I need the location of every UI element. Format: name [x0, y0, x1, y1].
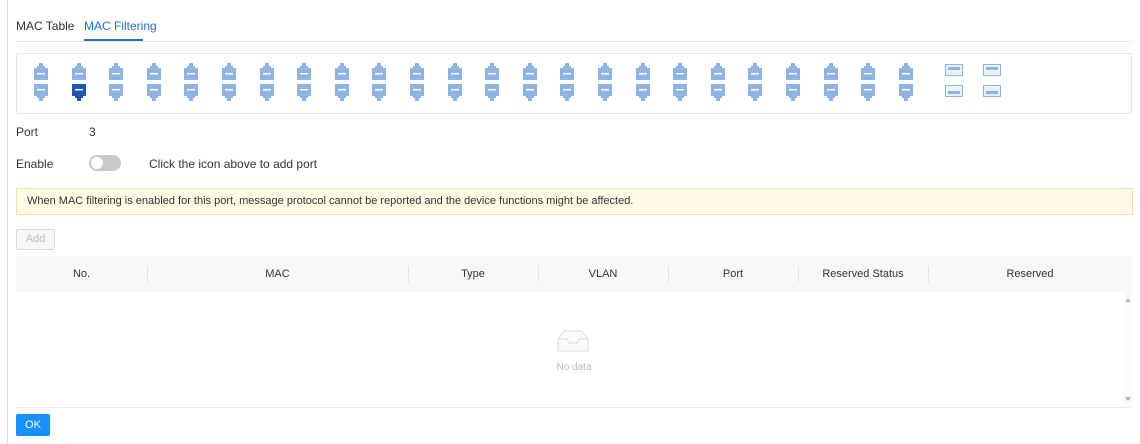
port-7-icon[interactable] [146, 63, 161, 80]
port-29-icon[interactable] [560, 63, 575, 80]
tab-bar: MAC Table MAC Filtering [16, 0, 1132, 42]
port-8-icon[interactable] [146, 84, 161, 101]
tab-mac-table[interactable]: MAC Table [16, 19, 74, 33]
port-38-icon[interactable] [710, 84, 725, 101]
toggle-knob [91, 157, 103, 169]
port-19-icon[interactable] [372, 63, 387, 80]
port-4-icon[interactable] [71, 84, 86, 101]
port-6-icon[interactable] [109, 84, 124, 101]
port-3-icon[interactable] [71, 63, 86, 80]
empty-state-text: No data [556, 362, 592, 373]
tab-mac-filtering[interactable]: MAC Filtering [84, 19, 157, 33]
port-panel [16, 53, 1132, 114]
port-14-icon[interactable] [259, 84, 274, 101]
port-9-icon[interactable] [184, 63, 199, 80]
sfp-port-3-icon[interactable] [983, 64, 1001, 76]
port-27-icon[interactable] [522, 63, 537, 80]
port-16-icon[interactable] [297, 84, 312, 101]
column-header-port: Port [722, 268, 744, 280]
port-24-icon[interactable] [447, 84, 462, 101]
scroll-up-arrow-icon[interactable] [1125, 298, 1131, 302]
scroll-down-arrow-icon[interactable] [1125, 397, 1131, 401]
port-12-icon[interactable] [222, 84, 236, 101]
column-header-mac: MAC [265, 268, 290, 280]
port-1-icon[interactable] [34, 63, 48, 80]
port-23-icon[interactable] [447, 63, 462, 80]
enable-hint: Click the icon above to add port [149, 157, 318, 171]
ok-button[interactable]: OK [16, 414, 50, 436]
sfp-port-4-icon[interactable] [983, 85, 1001, 97]
port-26-icon[interactable] [485, 84, 500, 101]
port-22-icon[interactable] [410, 84, 424, 101]
port-48-icon[interactable] [898, 84, 913, 101]
column-header-reserved-status: Reserved Status [822, 268, 904, 280]
column-header-no: No. [72, 268, 91, 280]
port-37-icon[interactable] [710, 63, 725, 80]
port-47-icon[interactable] [898, 63, 913, 80]
port-45-icon[interactable] [861, 63, 876, 80]
port-21-icon[interactable] [410, 63, 424, 80]
port-label: Port [16, 125, 39, 139]
warning-notice: When MAC filtering is enabled for this p… [16, 188, 1133, 215]
port-46-icon[interactable] [861, 84, 876, 101]
port-10-icon[interactable] [184, 84, 199, 101]
table-header: No. MAC Type VLAN Port Reserved Status R… [16, 256, 1132, 292]
port-43-icon[interactable] [823, 63, 838, 80]
port-35-icon[interactable] [673, 63, 688, 80]
port-42-icon[interactable] [786, 84, 800, 101]
port-33-icon[interactable] [635, 63, 650, 80]
port-15-icon[interactable] [297, 63, 312, 80]
empty-box-icon [555, 329, 591, 356]
port-36-icon[interactable] [673, 84, 688, 101]
port-5-icon[interactable] [109, 63, 124, 80]
port-30-icon[interactable] [560, 84, 575, 101]
port-34-icon[interactable] [635, 84, 650, 101]
port-28-icon[interactable] [522, 84, 537, 101]
port-17-icon[interactable] [334, 63, 349, 80]
port-13-icon[interactable] [259, 63, 274, 80]
active-tab-indicator [84, 39, 143, 41]
port-18-icon[interactable] [334, 84, 349, 101]
port-39-icon[interactable] [748, 63, 763, 80]
table-scrollbar[interactable] [1124, 292, 1132, 407]
sfp-port-2-icon[interactable] [945, 85, 963, 97]
enable-label: Enable [16, 157, 54, 171]
port-41-icon[interactable] [786, 63, 800, 80]
column-header-type: Type [461, 268, 485, 280]
add-button[interactable]: Add [16, 229, 55, 250]
port-value: 3 [89, 125, 96, 139]
port-31-icon[interactable] [598, 63, 612, 80]
port-25-icon[interactable] [485, 63, 500, 80]
column-header-vlan: VLAN [588, 268, 618, 280]
port-2-icon[interactable] [34, 84, 48, 101]
port-20-icon[interactable] [372, 84, 387, 101]
port-40-icon[interactable] [748, 84, 763, 101]
port-11-icon[interactable] [222, 63, 236, 80]
column-header-reserved: Reserved [1006, 268, 1054, 280]
port-44-icon[interactable] [823, 84, 838, 101]
port-32-icon[interactable] [598, 84, 612, 101]
sfp-port-1-icon[interactable] [945, 64, 963, 76]
enable-toggle[interactable] [89, 155, 121, 171]
